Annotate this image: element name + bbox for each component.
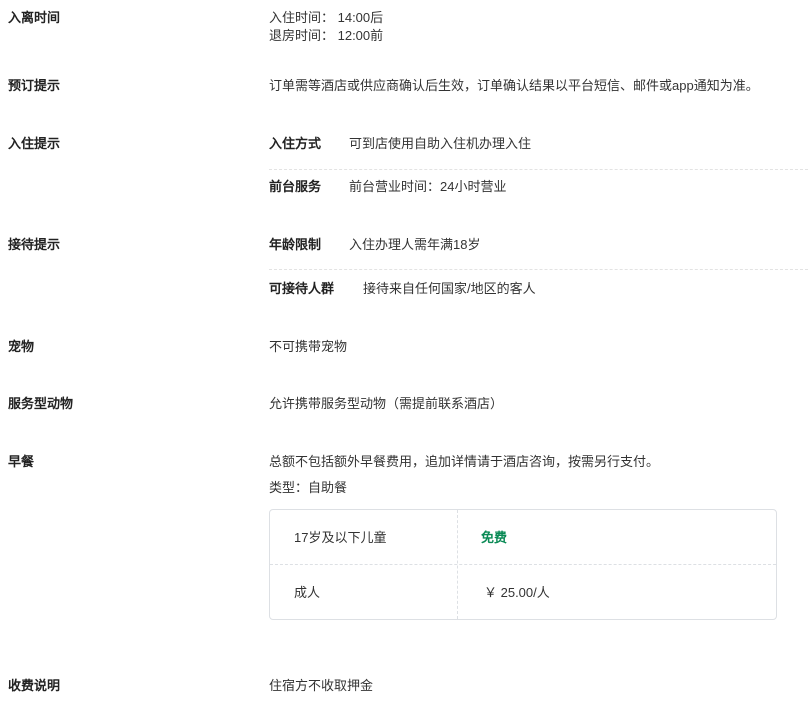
- checkin-method-key: 入住方式: [269, 136, 322, 151]
- price-row-child-label: 17岁及以下儿童: [294, 530, 387, 545]
- checkin-time: 入住时间： 14:00后: [269, 10, 384, 25]
- booking-text: 订单需等酒店或供应商确认后生效，订单确认结果以平台短信、邮件或app通知为准。: [269, 78, 759, 93]
- age-limit-value: 入住办理人需年满18岁: [349, 237, 481, 252]
- divider: [269, 169, 808, 170]
- label-checkin-checkout: 入离时间: [8, 10, 61, 25]
- guests-value: 接待来自任何国家/地区的客人: [363, 281, 536, 296]
- price-row-child-value: 免费: [481, 530, 508, 545]
- price-row-adult-value: ￥ 25.00/人: [484, 585, 550, 600]
- pets-text: 不可携带宠物: [269, 339, 348, 354]
- label-checkin-tips: 入住提示: [8, 136, 61, 151]
- label-service-animals: 服务型动物: [8, 396, 74, 411]
- label-breakfast: 早餐: [8, 454, 35, 469]
- service-animals-text: 允许携带服务型动物（需提前联系酒店）: [269, 396, 504, 411]
- label-fees: 收费说明: [8, 678, 61, 693]
- age-limit-key: 年龄限制: [269, 237, 322, 252]
- checkout-time: 退房时间： 12:00前: [269, 28, 384, 43]
- guests-key: 可接待人群: [269, 281, 335, 296]
- front-desk-value: 前台营业时间：24小时营业: [349, 179, 507, 194]
- breakfast-text: 总额不包括额外早餐费用，追加详情请于酒店咨询，按需另行支付。: [269, 454, 660, 469]
- breakfast-type: 类型：自助餐: [269, 480, 348, 495]
- label-reception: 接待提示: [8, 237, 61, 252]
- price-row-adult-label: 成人: [294, 585, 321, 600]
- label-booking: 预订提示: [8, 78, 61, 93]
- fees-text: 住宿方不收取押金: [269, 678, 374, 693]
- front-desk-key: 前台服务: [269, 179, 322, 194]
- breakfast-price-table: 17岁及以下儿童 免费 成人 ￥ 25.00/人: [269, 509, 777, 620]
- checkin-method-value: 可到店使用自助入住机办理入住: [349, 136, 532, 151]
- divider: [269, 269, 808, 270]
- label-pets: 宠物: [8, 339, 35, 354]
